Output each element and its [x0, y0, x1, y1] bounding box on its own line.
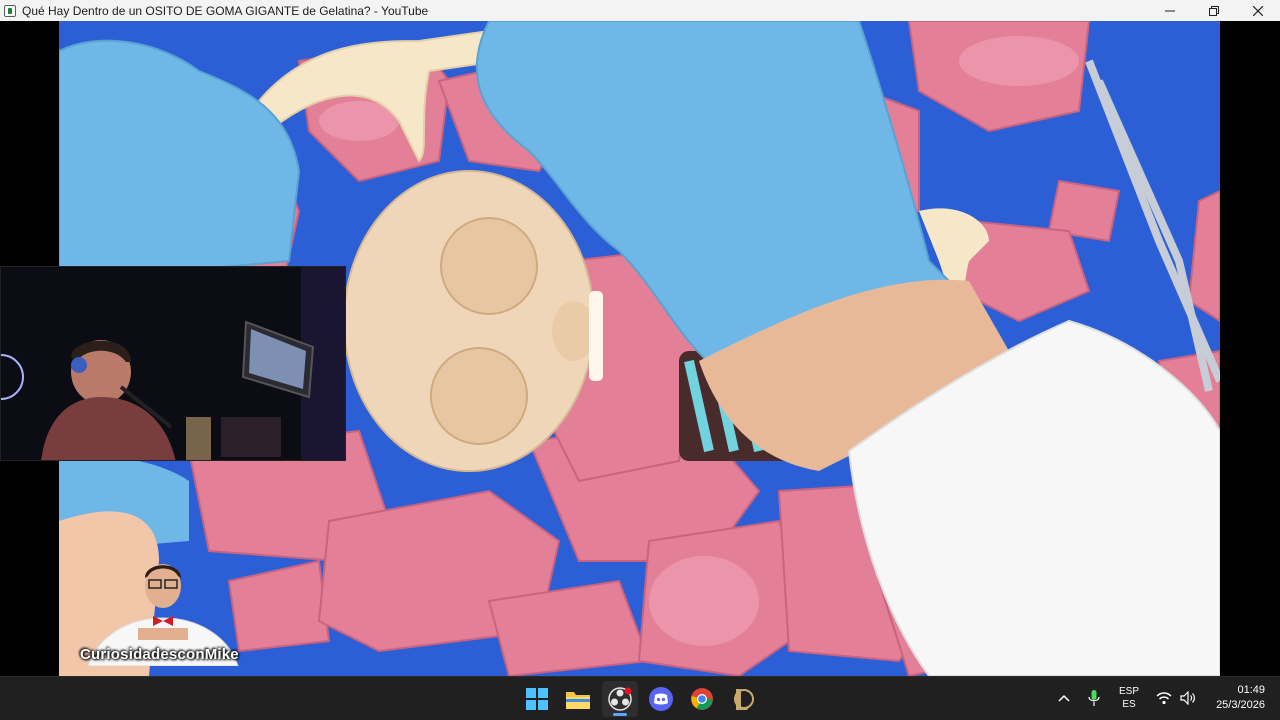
microphone-icon [1088, 690, 1100, 706]
start-button[interactable] [519, 681, 555, 717]
minimize-icon [1165, 10, 1175, 11]
tray-overflow-button[interactable] [1053, 677, 1075, 719]
league-icon [734, 689, 754, 710]
obs-icon [608, 687, 632, 711]
app-window-icon [4, 4, 16, 17]
close-button[interactable] [1236, 0, 1280, 21]
speaker-icon [1180, 691, 1195, 705]
close-icon [1253, 5, 1263, 16]
folder-icon [566, 692, 590, 709]
tray-clock[interactable]: 01:49 25/3/2026 [1205, 677, 1265, 719]
wifi-icon [1156, 692, 1172, 705]
active-app-indicator [613, 713, 627, 716]
window-title: Qué Hay Dentro de un OSITO DE GOMA GIGAN… [22, 3, 429, 18]
webcam-image [1, 267, 345, 460]
clock-time: 01:49 [1237, 684, 1265, 696]
restore-button[interactable] [1192, 0, 1236, 21]
taskbar-file-explorer[interactable] [560, 681, 596, 717]
taskbar-league[interactable] [725, 681, 761, 717]
tray-volume[interactable] [1177, 677, 1199, 719]
channel-watermark: CuriosidadesconMike [80, 646, 239, 663]
taskbar-chrome[interactable] [684, 681, 720, 717]
window-titlebar[interactable]: Qué Hay Dentro de un OSITO DE GOMA GIGAN… [0, 0, 1280, 21]
youtube-window: Qué Hay Dentro de un OSITO DE GOMA GIGAN… [0, 0, 1280, 676]
chrome-icon [691, 688, 713, 710]
window-controls [1148, 0, 1280, 21]
chevron-up-icon [1058, 694, 1070, 702]
taskbar-obs[interactable] [602, 681, 638, 717]
windows-logo-icon [526, 688, 548, 710]
taskbar-discord[interactable] [643, 681, 679, 717]
tray-microphone[interactable] [1083, 677, 1105, 719]
clock: 01:49 25/3/2026 [1216, 683, 1265, 713]
minimize-button[interactable] [1148, 0, 1192, 21]
discord-icon [649, 687, 673, 711]
language-bottom: ES [1122, 699, 1136, 710]
tray-language[interactable]: ESP ES [1112, 677, 1146, 719]
tray-network[interactable] [1153, 677, 1175, 719]
restore-icon [1209, 5, 1219, 16]
language-indicator: ESP ES [1119, 685, 1139, 711]
clock-date: 25/3/2026 [1216, 699, 1265, 711]
webcam-overlay [0, 266, 346, 461]
taskbar: ESP ES 01:49 25/3/2026 [0, 676, 1280, 720]
language-top: ESP [1118, 686, 1139, 697]
